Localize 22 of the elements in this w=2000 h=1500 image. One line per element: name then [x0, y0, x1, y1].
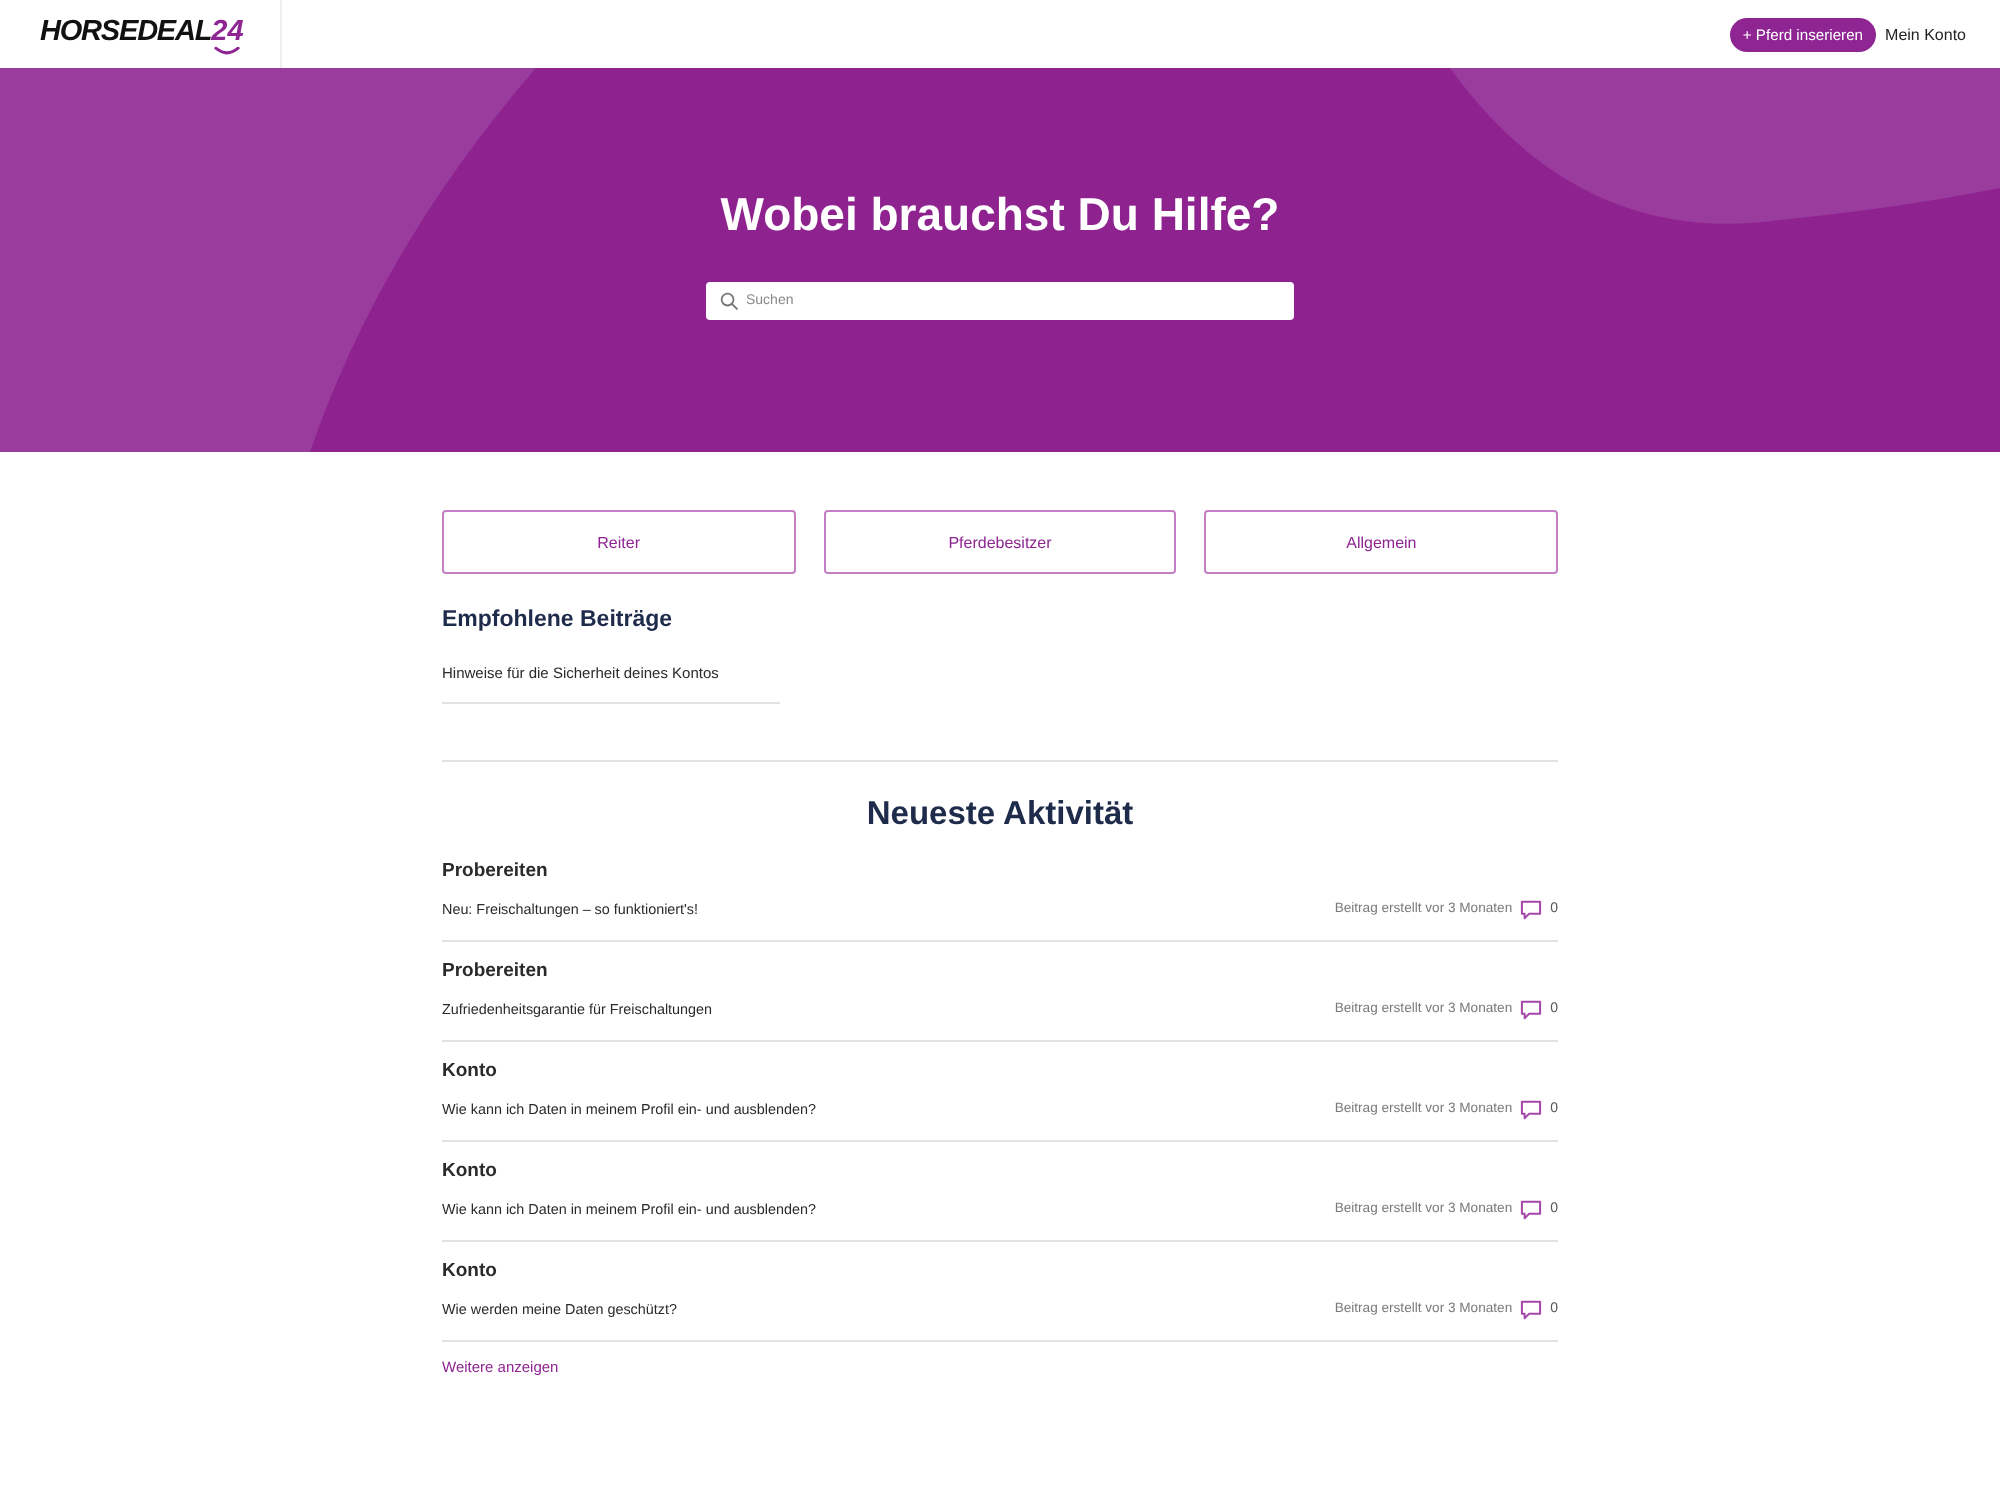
post-category: Probereiten — [442, 960, 550, 984]
logo-link[interactable]: HORSEDEAL24 — [40, 15, 244, 53]
activity-heading: Neueste Aktivität — [864, 794, 1136, 834]
comment-icon — [1520, 1300, 1543, 1320]
featured-heading: Empfohlene Beiträge — [442, 606, 675, 634]
logo-wordmark: HORSEDEAL — [40, 15, 212, 47]
post-category: Probereiten — [442, 860, 550, 884]
hero-heading: Wobei brauchst Du Hilfe? — [720, 186, 1280, 244]
comment-icon — [1520, 1100, 1543, 1120]
comment-icon — [1520, 1000, 1543, 1020]
logo-number: 24 — [211, 19, 244, 45]
search-icon — [720, 292, 738, 310]
post-category: Konto — [442, 1260, 499, 1284]
post-category: Konto — [442, 1060, 499, 1084]
category-button[interactable]: Reiter — [442, 510, 796, 574]
comment-icon — [1520, 1200, 1543, 1220]
account-link[interactable]: Mein Konto — [1885, 25, 1966, 43]
smile-icon — [213, 46, 240, 56]
category-button[interactable]: Pferdebesitzer — [823, 510, 1177, 574]
category-button[interactable]: Allgemein — [1204, 510, 1559, 574]
comment-icon — [1520, 900, 1543, 920]
post-category: Konto — [442, 1160, 499, 1184]
